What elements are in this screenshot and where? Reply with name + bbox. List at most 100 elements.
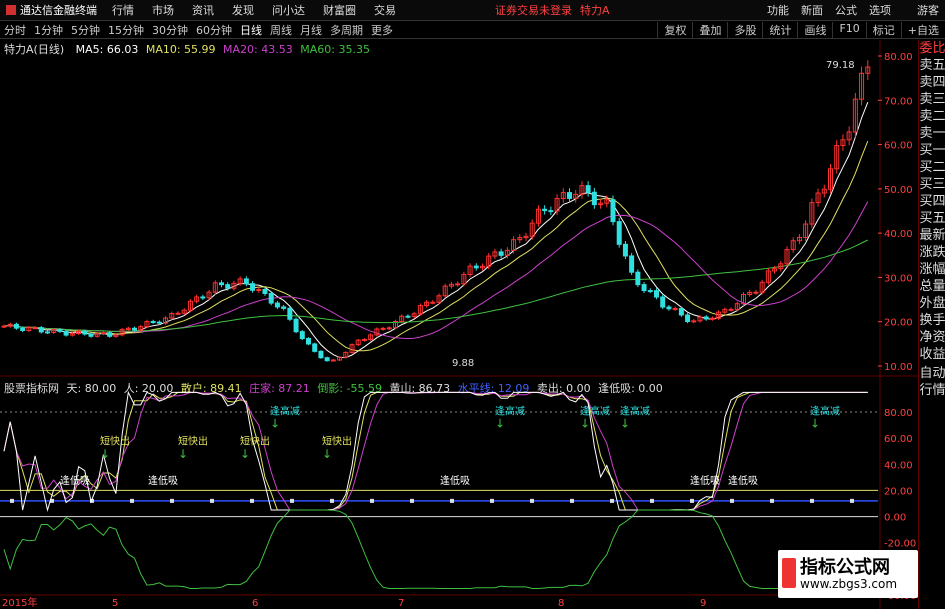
candle-body [585,185,591,193]
ma5-line [3,102,869,359]
candle-body [256,289,262,292]
sidebar-item[interactable]: 卖五 [919,57,945,74]
sidebar-item[interactable]: 涨幅 [919,261,945,278]
sidebar-item[interactable]: 换手 [919,312,945,329]
candle-body [57,329,63,332]
menu-faxian[interactable]: 发现 [223,2,263,18]
sidebar-item[interactable]: 买三 [919,176,945,193]
period-weekly[interactable]: 周线 [266,22,296,38]
period-fenshi[interactable]: 分时 [0,22,30,38]
sidebar-item[interactable]: 卖三 [919,91,945,108]
app-logo-icon [6,5,16,15]
candle-body [200,296,206,299]
menu-shichang[interactable]: 市场 [143,2,183,18]
candle-body [654,290,659,298]
level-dot [570,498,574,503]
menu-hangqing[interactable]: 行情 [103,2,143,18]
candle-body [318,350,324,359]
candle-body [635,271,641,286]
sidebar-item[interactable]: 买四 [919,193,945,210]
period-daily[interactable]: 日线 [236,22,266,38]
menu-gongneng[interactable]: 功能 [761,2,795,18]
candle-body [330,359,336,362]
period-more[interactable]: 更多 [367,22,397,38]
candle-body [262,289,268,294]
indicator-signals: 短快出↓短快出↓短快出↓短快出↓逢低吸 逢低吸 逢低吸 逢低吸 逢低吸逢高减↓逢高减↓逢… [60,405,840,487]
sidebar-item[interactable]: 涨跌 [919,244,945,261]
candle-body [45,331,50,334]
sidebar-item[interactable]: 委比 [919,40,945,57]
sidebar-auto-item[interactable]: 自动 [919,365,945,382]
sidebar-item[interactable]: 总量 [919,278,945,295]
date-axis: 2015年 5 6 7 8 9 [2,596,706,609]
candle-body [225,284,231,289]
menu-xinmian[interactable]: 新面 [795,2,829,18]
btn-fuquan[interactable]: 复权 [657,21,692,38]
candle-body [616,221,622,245]
level-dot [250,498,254,503]
level-dot [730,498,734,503]
btn-diejia[interactable]: 叠加 [692,21,727,38]
sidebar-item[interactable]: 买一 [919,142,945,159]
period-60min[interactable]: 60分钟 [192,22,236,38]
price-tick: 40.00 [884,229,913,240]
sidebar-item[interactable]: 买二 [919,159,945,176]
menu-youke[interactable]: 游客 [911,2,945,18]
level-dot [290,498,294,503]
level-dot [330,498,334,503]
menu-gongshi[interactable]: 公式 [829,2,863,18]
price-tick: 10.00 [884,362,913,373]
period-5min[interactable]: 5分钟 [67,22,104,38]
menu-zixun[interactable]: 资讯 [183,2,223,18]
candle-body [405,315,411,318]
down-arrow-icon: ↓ [620,417,630,431]
period-30min[interactable]: 30分钟 [148,22,192,38]
ma20-line [3,201,869,340]
sidebar-item[interactable]: 卖四 [919,74,945,91]
candle-body [666,306,672,310]
stock-title: 特力A [580,4,610,17]
menu-wenxiaoda[interactable]: 问小达 [263,2,314,18]
btn-zixuan[interactable]: +自选 [900,21,945,38]
period-15min[interactable]: 15分钟 [104,22,148,38]
ma-lines [3,102,869,359]
signal-sell-high: 逢高减 [620,405,650,418]
btn-tongji[interactable]: 统计 [762,21,797,38]
period-1min[interactable]: 1分钟 [30,22,67,38]
candle-body [685,314,691,322]
sidebar-item[interactable]: 外盘 [919,295,945,312]
level-dot [770,498,774,503]
candle-body [430,301,436,304]
sidebar-item[interactable]: 最新 [919,227,945,244]
watermark-title: 指标公式网 [800,557,890,578]
candle-body [20,327,26,331]
down-arrow-icon: ↓ [580,417,590,431]
price-tick: 20.00 [884,318,913,329]
candle-body [281,306,287,309]
candle-body [219,282,224,286]
menu-xuanxiang[interactable]: 选项 [863,2,897,18]
sidebar-item[interactable]: 收益 [919,346,945,363]
btn-f10[interactable]: F10 [832,21,865,38]
down-arrow-icon: ↓ [495,417,505,431]
login-notice: 证券交易未登录 [495,4,572,17]
period-monthly[interactable]: 月线 [296,22,326,38]
price-tick: 30.00 [884,273,913,284]
menu-jiaoyi[interactable]: 交易 [365,2,405,18]
period-multi[interactable]: 多周期 [326,22,367,38]
menu-caifuquan[interactable]: 财富圈 [314,2,365,18]
sidebar-item[interactable]: 净资 [919,329,945,346]
period-toolbar: 分时 1分钟 5分钟 15分钟 30分钟 60分钟 日线 周线 月线 多周期 更… [0,21,945,39]
candle-body [361,338,367,341]
btn-biaoji[interactable]: 标记 [865,21,901,38]
sidebar-item[interactable]: 卖二 [919,108,945,125]
btn-duogu[interactable]: 多股 [727,21,762,38]
sidebar-auto-item[interactable]: 行情 [919,382,945,399]
kline-chart[interactable]: 80.0070.0060.0050.0040.0030.0020.0010.00… [0,40,918,609]
candle-body [268,292,274,304]
candle-body [567,192,572,199]
btn-huaxian[interactable]: 画线 [797,21,832,38]
sidebar-item[interactable]: 买五 [919,210,945,227]
sidebar-item[interactable]: 卖一 [919,125,945,142]
price-tick: 50.00 [884,185,913,196]
